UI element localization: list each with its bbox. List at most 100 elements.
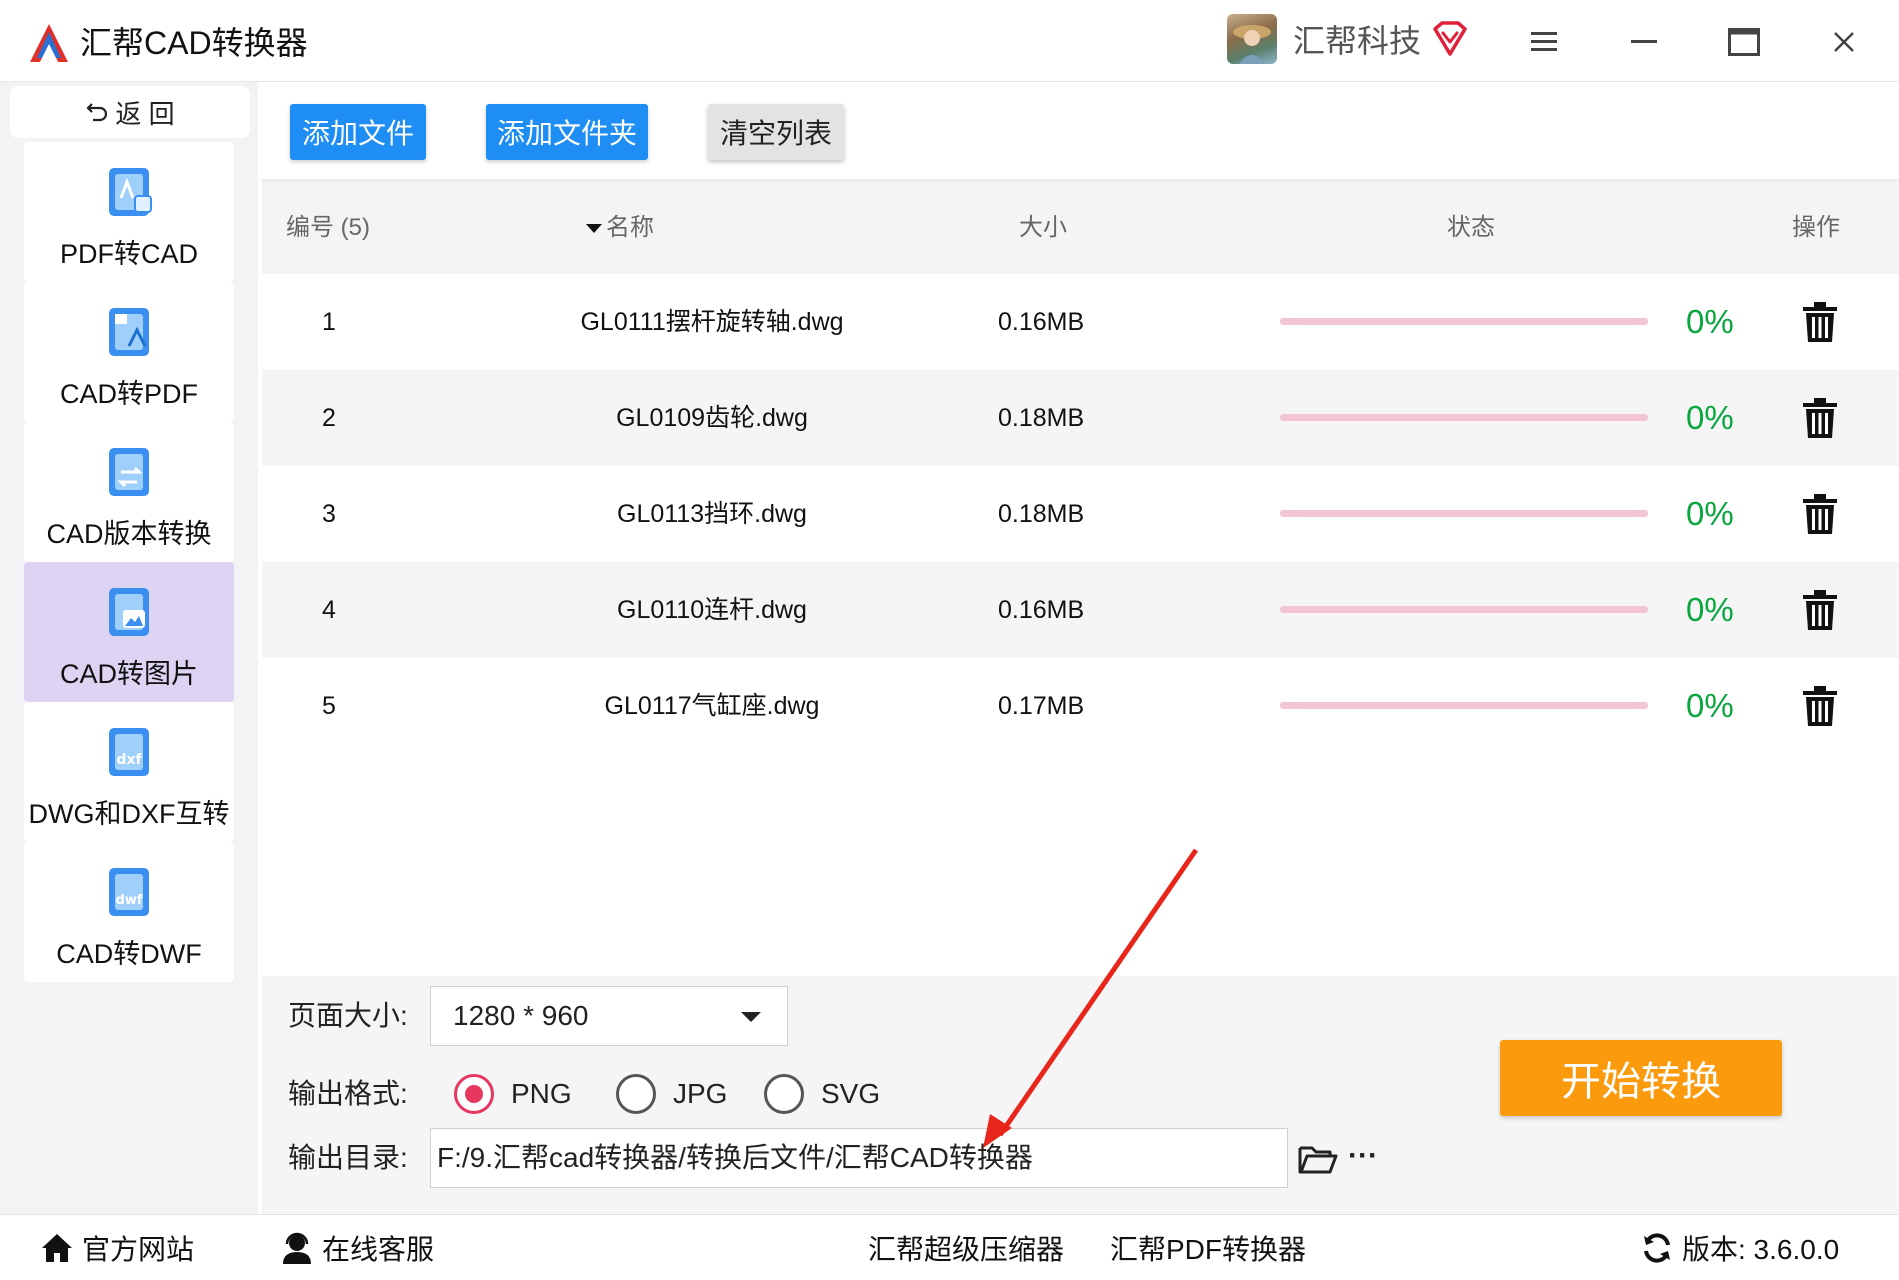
cad-to-pdf-icon bbox=[109, 308, 149, 356]
nav-cad-to-image[interactable]: CAD转图片 bbox=[24, 562, 234, 702]
sidebar: 返 回 PDF转CAD CAD转PDF CAD版本转换 CAD转图片 dxf D… bbox=[0, 82, 258, 1214]
row-progress-bar bbox=[1280, 414, 1648, 421]
row-index: 2 bbox=[322, 404, 336, 432]
home-icon bbox=[42, 1233, 72, 1262]
format-radio-png[interactable]: PNG bbox=[454, 1072, 572, 1116]
trash-icon[interactable] bbox=[1800, 684, 1840, 728]
format-radio-label: JPG bbox=[673, 1078, 728, 1109]
nav-label: CAD转图片 bbox=[59, 659, 198, 689]
table-header: 编号 (5) 名称 大小 状态 操作 bbox=[262, 182, 1899, 274]
row-index: 3 bbox=[322, 500, 336, 528]
nav-cad-to-pdf[interactable]: CAD转PDF bbox=[24, 282, 234, 422]
clear-list-button[interactable]: 清空列表 bbox=[708, 104, 844, 160]
nav-cad-version[interactable]: CAD版本转换 bbox=[24, 422, 234, 562]
official-website-link[interactable]: 官方网站 bbox=[40, 1215, 194, 1280]
trash-icon[interactable] bbox=[1800, 300, 1840, 344]
nav-cad-to-dwf[interactable]: dwf CAD转DWF bbox=[24, 842, 234, 982]
pdf-to-cad-icon bbox=[109, 168, 152, 216]
version-info[interactable]: 版本: 3.6.0.0 bbox=[1640, 1215, 1839, 1280]
col-status-header: 状态 bbox=[1447, 214, 1495, 241]
title-bar: 汇帮CAD转换器 汇帮科技 bbox=[0, 0, 1899, 82]
page-size-label: 页面大小: bbox=[288, 1000, 408, 1031]
row-file-size: 0.16MB bbox=[998, 596, 1085, 624]
more-options-button[interactable]: ··· bbox=[1348, 1136, 1378, 1176]
official-website-label: 官方网站 bbox=[82, 1233, 195, 1265]
add-folder-button[interactable]: 添加文件夹 bbox=[486, 104, 648, 160]
row-file-name: GL0111摆杆旋转轴.dwg bbox=[580, 308, 844, 336]
format-radio-jpg[interactable]: JPG bbox=[616, 1072, 727, 1116]
toolbar: 添加文件 添加文件夹 清空列表 bbox=[262, 82, 1899, 182]
row-file-name: GL0109齿轮.dwg bbox=[616, 404, 808, 432]
row-progress-percent: 0% bbox=[1686, 591, 1734, 628]
headset-icon bbox=[283, 1232, 311, 1264]
pdf-converter-link[interactable]: 汇帮PDF转换器 bbox=[1110, 1215, 1306, 1280]
row-index: 1 bbox=[322, 308, 336, 336]
table-row[interactable]: 2 GL0109齿轮.dwg 0.18MB 0% bbox=[262, 370, 1899, 466]
row-progress-bar bbox=[1280, 318, 1648, 325]
row-progress-bar bbox=[1280, 510, 1648, 517]
col-action-header: 操作 bbox=[1792, 214, 1840, 241]
col-size-header: 大小 bbox=[1019, 214, 1067, 241]
menu-icon[interactable] bbox=[1522, 20, 1566, 64]
nav-label: CAD版本转换 bbox=[46, 519, 212, 549]
user-name[interactable]: 汇帮科技 bbox=[1293, 18, 1421, 64]
settings-panel: 页面大小: 1280 * 960 输出格式: PNG JPG SVG 输出目录:… bbox=[262, 976, 1899, 1214]
table-row[interactable]: 1 GL0111摆杆旋转轴.dwg 0.16MB 0% bbox=[262, 274, 1899, 370]
compressor-link[interactable]: 汇帮超级压缩器 bbox=[868, 1215, 1064, 1280]
trash-icon[interactable] bbox=[1800, 396, 1840, 440]
table-row[interactable]: 4 GL0110连杆.dwg 0.16MB 0% bbox=[262, 562, 1899, 658]
row-progress-percent: 0% bbox=[1686, 495, 1734, 532]
maximize-icon[interactable] bbox=[1722, 20, 1766, 64]
nav-dwg-dxf[interactable]: dxf DWG和DXF互转 bbox=[24, 702, 234, 842]
user-avatar[interactable] bbox=[1227, 14, 1277, 64]
col-index-header[interactable]: 编号 (5) bbox=[286, 182, 370, 274]
cad-to-image-icon bbox=[109, 588, 149, 636]
row-progress-percent: 0% bbox=[1686, 303, 1734, 340]
radio-unchecked-icon bbox=[764, 1074, 804, 1114]
nav-label: CAD转PDF bbox=[59, 379, 198, 409]
nav-pdf-to-cad[interactable]: PDF转CAD bbox=[24, 142, 234, 282]
format-radio-svg[interactable]: SVG bbox=[764, 1072, 880, 1116]
format-label: 输出格式: bbox=[288, 1078, 408, 1109]
minimize-icon[interactable] bbox=[1622, 20, 1666, 64]
row-file-name: GL0113挡环.dwg bbox=[617, 500, 807, 528]
nav-label: DWG和DXF互转 bbox=[28, 799, 230, 829]
main-panel: 添加文件 添加文件夹 清空列表 编号 (5) 名称 大小 状态 操作 1 GL0… bbox=[262, 82, 1899, 1214]
version-label: 版本: 3.6.0.0 bbox=[1682, 1233, 1840, 1265]
page-size-select[interactable]: 1280 * 960 bbox=[430, 986, 788, 1046]
col-name-header[interactable]: 名称 bbox=[586, 182, 654, 274]
svg-text:dwf: dwf bbox=[116, 893, 143, 908]
table-row[interactable]: 3 GL0113挡环.dwg 0.18MB 0% bbox=[262, 466, 1899, 562]
nav-label: CAD转DWF bbox=[56, 939, 202, 969]
folder-open-icon[interactable] bbox=[1298, 1142, 1338, 1176]
row-progress-percent: 0% bbox=[1686, 399, 1734, 436]
row-progress-bar bbox=[1280, 606, 1648, 613]
row-index: 4 bbox=[322, 596, 336, 624]
row-file-size: 0.18MB bbox=[998, 404, 1085, 432]
output-dir-input[interactable]: F:/9.汇帮cad转换器/转换后文件/汇帮CAD转换器 bbox=[430, 1128, 1288, 1188]
dwg-dxf-icon: dxf bbox=[109, 728, 149, 776]
row-file-name: GL0117气缸座.dwg bbox=[604, 692, 820, 720]
row-progress-percent: 0% bbox=[1686, 687, 1734, 724]
back-button[interactable]: 返 回 bbox=[10, 86, 250, 138]
online-support-label: 在线客服 bbox=[322, 1233, 435, 1265]
close-icon[interactable] bbox=[1822, 20, 1866, 64]
trash-icon[interactable] bbox=[1800, 588, 1840, 632]
row-index: 5 bbox=[322, 692, 336, 720]
cad-version-icon bbox=[109, 448, 149, 496]
page-size-value: 1280 * 960 bbox=[453, 1000, 589, 1031]
vip-diamond-icon[interactable] bbox=[1431, 20, 1469, 58]
row-file-size: 0.17MB bbox=[998, 692, 1085, 720]
output-dir-label: 输出目录: bbox=[288, 1142, 408, 1173]
row-file-size: 0.18MB bbox=[998, 500, 1085, 528]
add-file-button[interactable]: 添加文件 bbox=[290, 104, 426, 160]
radio-checked-icon bbox=[454, 1074, 494, 1114]
table-row[interactable]: 5 GL0117气缸座.dwg 0.17MB 0% bbox=[262, 658, 1899, 754]
app-logo-icon bbox=[30, 24, 68, 62]
nav-label: PDF转CAD bbox=[59, 239, 198, 269]
start-convert-button[interactable]: 开始转换 bbox=[1500, 1040, 1782, 1116]
cad-to-dwf-icon: dwf bbox=[109, 868, 149, 916]
refresh-icon bbox=[1644, 1232, 1670, 1263]
online-support-link[interactable]: 在线客服 bbox=[280, 1215, 434, 1280]
trash-icon[interactable] bbox=[1800, 492, 1840, 536]
